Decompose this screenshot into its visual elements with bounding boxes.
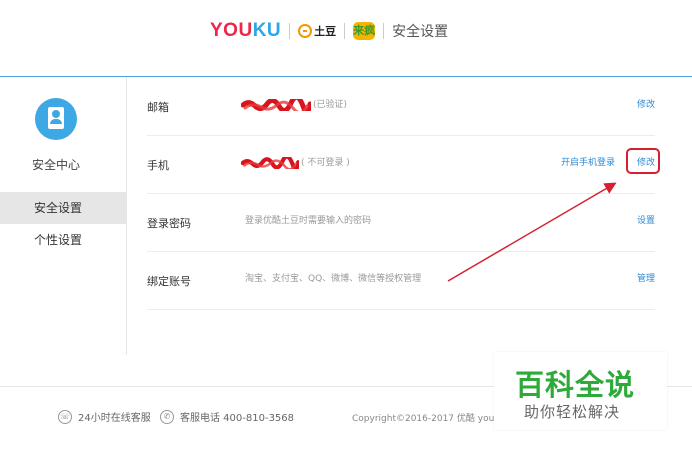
- copyright: Copyright©2016-2017 优酷 youku.c: [352, 414, 513, 424]
- phone-service: ✆ 客服电话 400-810-3568: [160, 409, 294, 424]
- watermark-subtitle: 助你轻松解决: [524, 403, 621, 421]
- baike-watermark: 百科全说 助你轻松解决: [494, 352, 667, 430]
- watermark-title: 百科全说: [515, 368, 636, 402]
- headset-icon: ☏: [58, 409, 72, 424]
- online-service-link[interactable]: ☏ 24小时在线客服: [58, 409, 151, 424]
- phone-icon: ✆: [160, 409, 174, 424]
